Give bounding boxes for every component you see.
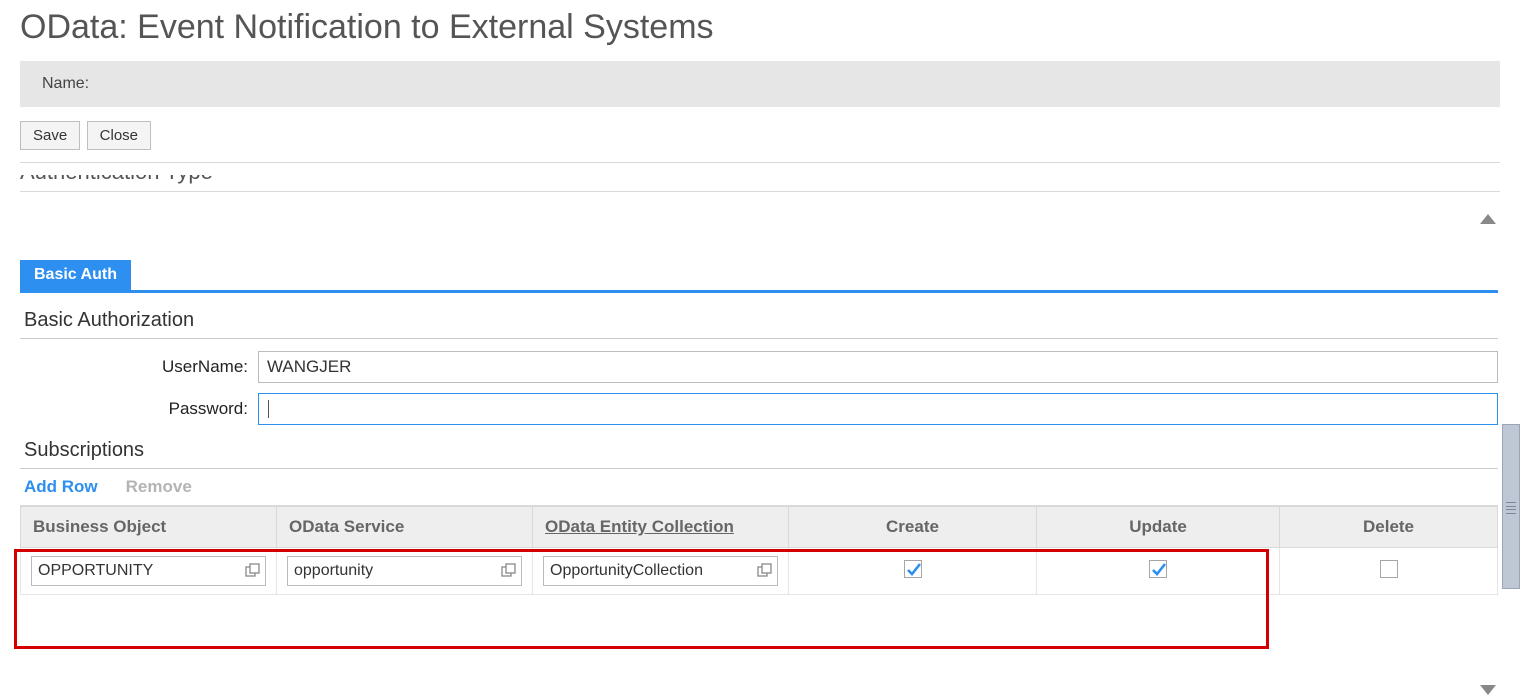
col-header-business-object[interactable]: Business Object [21, 507, 277, 548]
scroll-down-icon[interactable] [1480, 685, 1496, 695]
col-header-odata-entity-collection[interactable]: OData Entity Collection [533, 507, 789, 548]
divider [20, 191, 1500, 192]
toolbar: Save Close [20, 115, 1500, 162]
odata-service-input[interactable] [294, 562, 501, 580]
tab-basic-auth[interactable]: Basic Auth [20, 260, 131, 290]
subscriptions-table: Business Object OData Service OData Enti… [20, 506, 1498, 595]
odata-entity-collection-input[interactable] [550, 562, 757, 580]
basic-authorization-title: Basic Authorization [20, 305, 1498, 339]
basic-auth-form: UserName: Password: [20, 351, 1498, 425]
clipped-heading: Authentication Type [20, 175, 1500, 191]
scrollbar-grip-icon [1506, 502, 1516, 514]
username-input[interactable] [258, 351, 1498, 383]
username-label: UserName: [20, 357, 258, 377]
name-bar-label: Name: [42, 75, 89, 92]
scrollbar-thumb[interactable] [1502, 424, 1520, 589]
close-button[interactable]: Close [87, 121, 151, 150]
scroll-up-icon[interactable] [1480, 214, 1496, 224]
col-header-update[interactable]: Update [1037, 507, 1280, 548]
name-bar: Name: [20, 61, 1500, 107]
main-content: Basic Auth Basic Authorization UserName:… [20, 260, 1498, 595]
subscriptions-actions: Add Row Remove [20, 469, 1498, 506]
update-checkbox[interactable] [1149, 560, 1167, 578]
value-help-icon[interactable] [245, 563, 261, 579]
subscriptions-title: Subscriptions [20, 435, 1498, 469]
create-checkbox[interactable] [904, 560, 922, 578]
value-help-icon[interactable] [501, 563, 517, 579]
remove-button: Remove [126, 477, 192, 497]
password-label: Password: [20, 399, 258, 419]
password-input[interactable] [258, 393, 1498, 425]
clipped-heading-text: Authentication Type [20, 175, 213, 185]
value-help-icon[interactable] [757, 563, 773, 579]
divider [20, 162, 1500, 163]
col-header-delete[interactable]: Delete [1280, 507, 1498, 548]
save-button[interactable]: Save [20, 121, 80, 150]
add-row-button[interactable]: Add Row [24, 477, 98, 497]
delete-checkbox[interactable] [1380, 560, 1398, 578]
col-header-create[interactable]: Create [789, 507, 1037, 548]
tab-strip: Basic Auth [20, 260, 1498, 293]
page-title: OData: Event Notification to External Sy… [20, 0, 1500, 61]
business-object-input[interactable] [38, 562, 245, 580]
table-row[interactable] [21, 548, 1498, 595]
text-caret [268, 400, 269, 418]
col-header-odata-service[interactable]: OData Service [277, 507, 533, 548]
